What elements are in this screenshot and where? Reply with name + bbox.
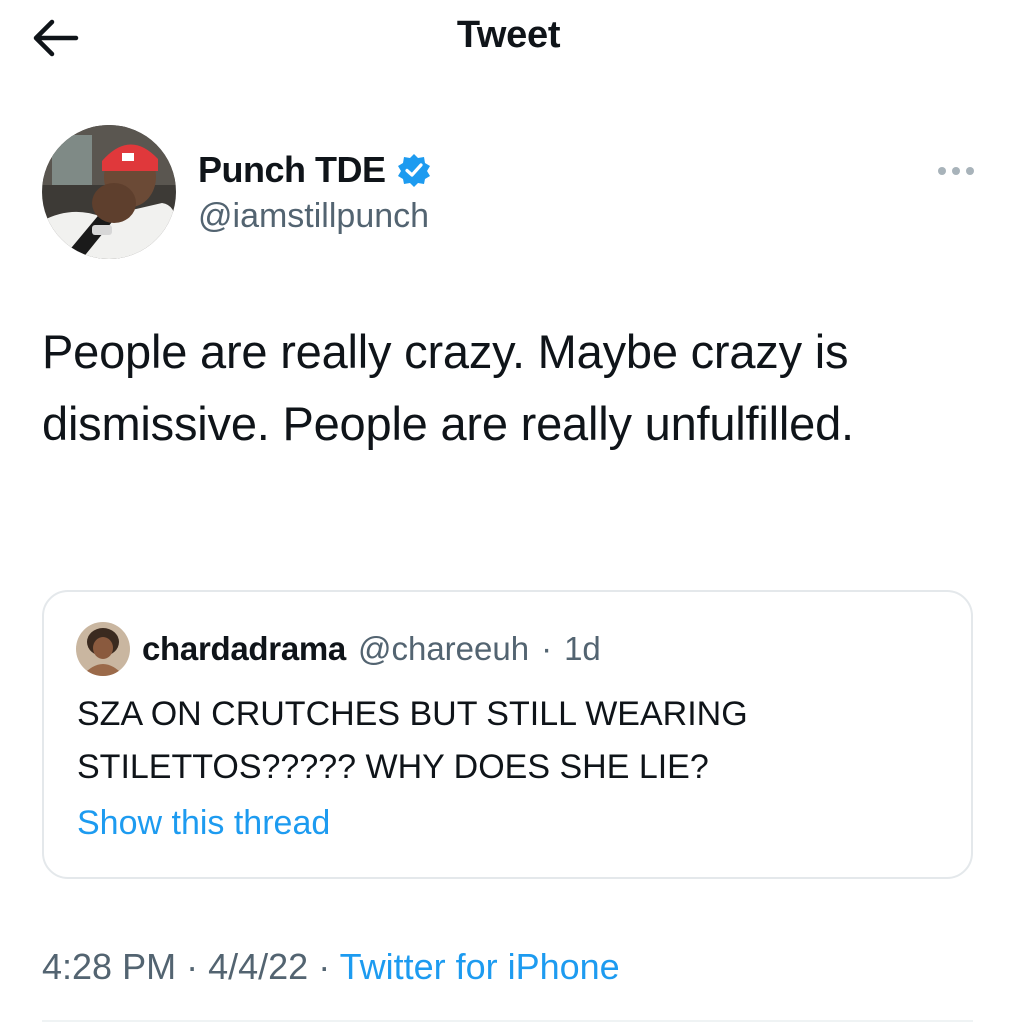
quoted-handle: @chareeuh [357,630,530,667]
author-display-name[interactable]: Punch TDE [198,149,386,191]
quoted-tweet-header: chardadrama @chareeuh · 1d [76,622,601,676]
divider [42,1020,973,1022]
tweet-author: Punch TDE @iamstillpunch [42,125,982,265]
top-bar: Tweet [0,0,1017,80]
avatar[interactable] [42,125,176,259]
more-horizontal-icon [938,167,974,175]
show-thread-link[interactable]: Show this thread [77,804,330,843]
tweet-meta: 4:28 PM · 4/4/22 · Twitter for iPhone [42,946,620,988]
quoted-separator: · [541,630,553,667]
meta-separator-1: · [186,946,199,987]
profile-photo [42,125,176,259]
quoted-avatar [76,622,130,676]
meta-separator-2: · [318,946,331,987]
tweet-date: 4/4/22 [208,946,309,987]
quoted-profile-photo [76,622,130,676]
author-handle[interactable]: @iamstillpunch [198,197,429,236]
quoted-tweet-text: SZA ON CRUTCHES BUT STILL WEARING STILET… [77,695,748,786]
tweet-text: People are really crazy. Maybe crazy is … [42,325,854,450]
quoted-age: 1d [564,630,601,667]
more-options-button[interactable] [932,151,980,191]
tweet-time: 4:28 PM [42,946,177,987]
verified-badge-icon [397,154,430,187]
page-title: Tweet [456,14,561,56]
tweet-source-link[interactable]: Twitter for iPhone [340,946,620,987]
author-name-row: Punch TDE [198,149,432,191]
quoted-tweet[interactable]: chardadrama @chareeuh · 1d SZA ON CRUTCH… [42,590,973,879]
quoted-display-name: chardadrama [142,630,346,667]
